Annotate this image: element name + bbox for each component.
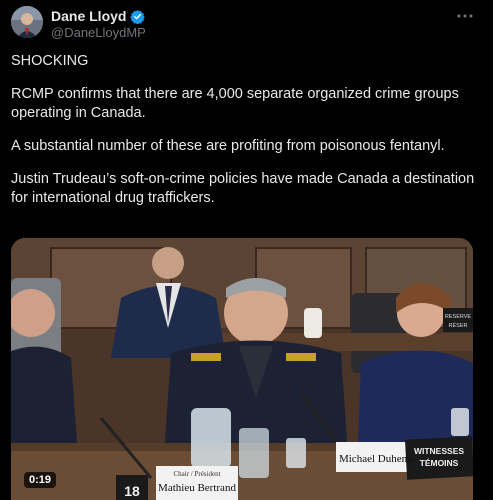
post-paragraph: A substantial number of these are profit…	[11, 138, 445, 154]
author-display-name[interactable]: Dane Lloyd	[51, 8, 126, 24]
post: Dane Lloyd @DaneLloydMP SHOCKING RCMP co…	[0, 0, 493, 500]
post-text: SHOCKING RCMP confirms that there are 4,…	[11, 52, 481, 222]
verified-badge-icon	[130, 9, 146, 24]
more-options-icon[interactable]	[455, 6, 475, 26]
avatar-image	[11, 6, 43, 38]
video-player[interactable]: Chair / Président Mathieu Bertrand Micha…	[11, 238, 473, 500]
placard-channel-number: 18	[124, 483, 140, 499]
author-handle[interactable]: @DaneLloydMP	[51, 25, 146, 40]
video-timestamp: 0:19	[24, 472, 57, 488]
placard-witnesses-fr: TÉMOINS	[420, 458, 459, 468]
author-avatar[interactable]	[11, 6, 43, 38]
author-name-row: Dane Lloyd	[51, 8, 146, 24]
placard-chair-label: Chair / Président	[173, 470, 220, 478]
post-paragraph: RCMP confirms that there are 4,000 separ…	[11, 86, 459, 121]
placard-reserve-fr: RÉSER	[449, 322, 468, 329]
post-paragraph: SHOCKING	[11, 53, 89, 69]
placard-center-name: Michael Duheme	[339, 453, 415, 465]
post-paragraph: Justin Trudeau’s soft-on-crime policies …	[11, 171, 475, 206]
video-frame: Chair / Président Mathieu Bertrand Micha…	[11, 238, 473, 500]
placard-left-name: Mathieu Bertrand	[158, 482, 236, 494]
placard-reserve-en: RESERVE	[445, 314, 472, 320]
placard-witnesses-en: WITNESSES	[414, 446, 464, 456]
